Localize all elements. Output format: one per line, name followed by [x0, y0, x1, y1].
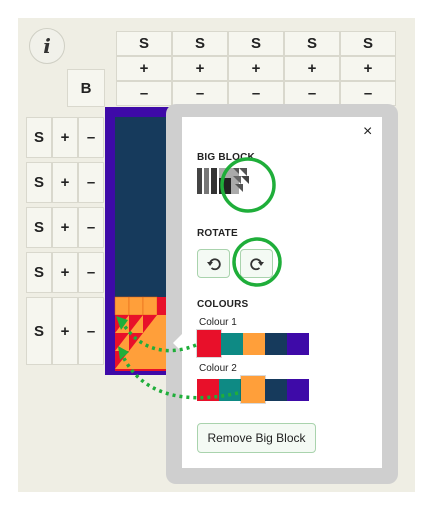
highlight-circle-big-block: [220, 157, 276, 213]
arrow-colour1: [120, 321, 197, 353]
arrow-colour2-head: [118, 346, 129, 360]
annotation-overlay: [116, 157, 282, 400]
arrow-colour2: [120, 353, 239, 400]
highlight-circle-rotate: [232, 237, 282, 287]
